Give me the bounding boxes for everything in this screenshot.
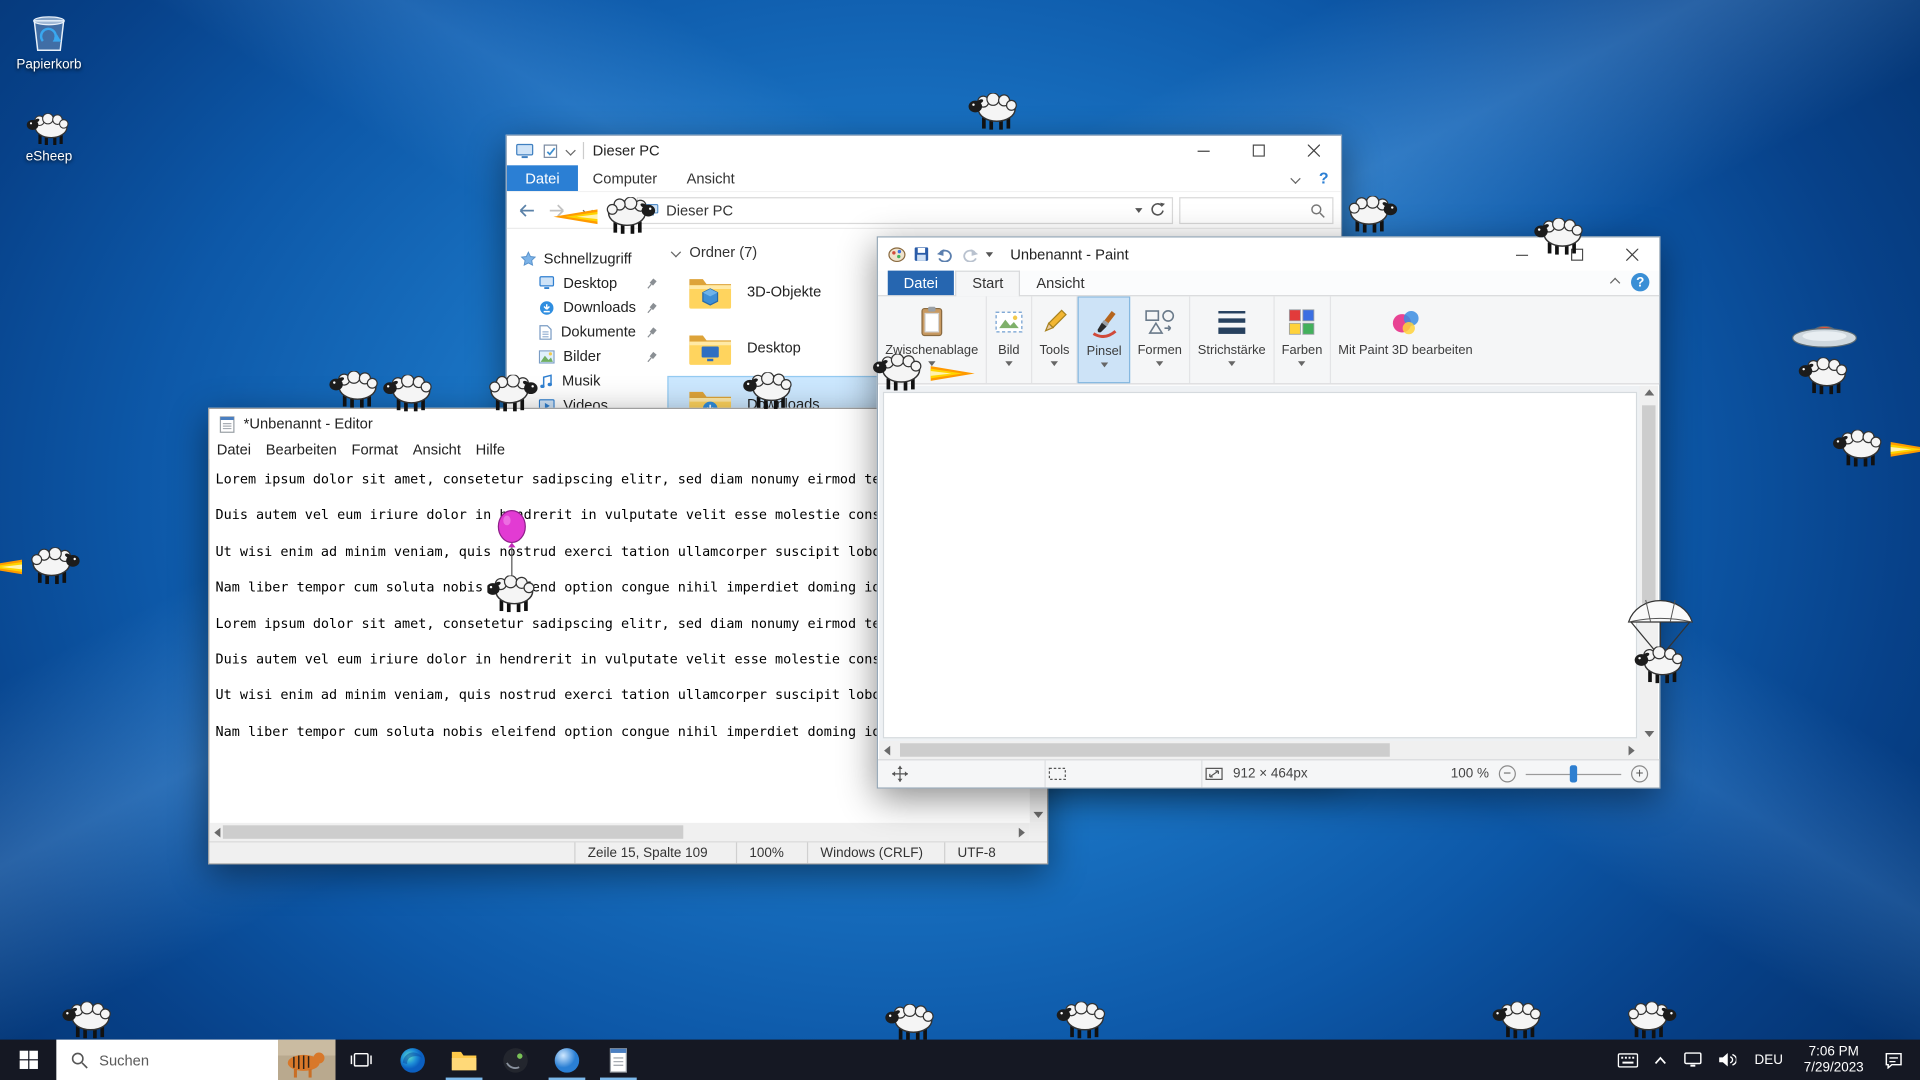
taskbar-icon-app-blue[interactable] (541, 1040, 592, 1080)
esheep-walking-sprite[interactable] (742, 372, 796, 415)
taskbar-icon-app-dark[interactable] (490, 1040, 541, 1080)
esheep-walking-sprite[interactable] (61, 1002, 115, 1045)
sprite-layer (0, 0, 1920, 1080)
esheep-walking-sprite[interactable] (485, 375, 539, 418)
notepad-taskbar-icon (609, 1047, 627, 1073)
action-center-icon[interactable] (1873, 1040, 1912, 1080)
blue-app-icon (554, 1047, 580, 1073)
esheep-walking-sprite[interactable] (328, 371, 382, 414)
esheep-ufo-sprite[interactable] (1790, 321, 1859, 403)
esheep-rocket-sprite[interactable] (1832, 429, 1920, 474)
esheep-walking-sprite[interactable] (1344, 196, 1398, 239)
start-button[interactable] (0, 1040, 56, 1080)
taskbar-icon-notepad[interactable] (593, 1040, 644, 1080)
esheep-walking-sprite[interactable] (967, 93, 1021, 136)
esheep-balloon-sprite[interactable] (485, 509, 536, 618)
windows-logo-icon (18, 1050, 38, 1069)
edge-icon (400, 1047, 425, 1073)
taskbar-clock[interactable]: 7:06 PM 7/29/2023 (1794, 1044, 1874, 1076)
volume-icon[interactable] (1710, 1040, 1743, 1080)
clock-date: 7/29/2023 (1803, 1059, 1864, 1075)
network-icon[interactable] (1677, 1040, 1710, 1080)
file-explorer-icon (451, 1051, 477, 1071)
esheep-walking-sprite[interactable] (1533, 218, 1587, 261)
esheep-walking-sprite[interactable] (382, 375, 436, 418)
taskbar-search-box[interactable]: Suchen (56, 1039, 336, 1080)
tray-expand-chevron-icon[interactable] (1644, 1040, 1677, 1080)
task-view-icon (350, 1052, 372, 1067)
esheep-parachute-sprite[interactable] (1624, 590, 1697, 692)
language-indicator[interactable]: DEU (1743, 1052, 1793, 1067)
system-tray: DEU 7:06 PM 7/29/2023 (1611, 1040, 1920, 1080)
taskbar-icon-edge[interactable] (387, 1040, 438, 1080)
clock-time: 7:06 PM (1808, 1043, 1859, 1059)
esheep-walking-sprite[interactable] (1491, 1002, 1545, 1045)
search-highlight-image[interactable] (277, 1039, 336, 1080)
search-placeholder: Suchen (99, 1051, 150, 1069)
taskbar-icon-file-explorer[interactable] (438, 1040, 489, 1080)
task-view-button[interactable] (336, 1040, 387, 1080)
touch-keyboard-icon[interactable] (1611, 1040, 1644, 1080)
esheep-rocket-sprite[interactable] (0, 546, 81, 591)
desktop: Papierkorb eSheep Dieser PC Datei Comput… (0, 0, 1920, 1080)
esheep-walking-sprite[interactable] (1056, 1002, 1110, 1045)
esheep-walking-sprite[interactable] (1624, 1002, 1678, 1045)
esheep-rocket-sprite[interactable] (872, 353, 975, 398)
esheep-rocket-sprite[interactable] (553, 196, 656, 241)
taskbar: Suchen DEU 7:06 PM 7/29/2023 (0, 1039, 1920, 1080)
search-icon (71, 1052, 88, 1068)
dark-app-icon (503, 1047, 528, 1073)
